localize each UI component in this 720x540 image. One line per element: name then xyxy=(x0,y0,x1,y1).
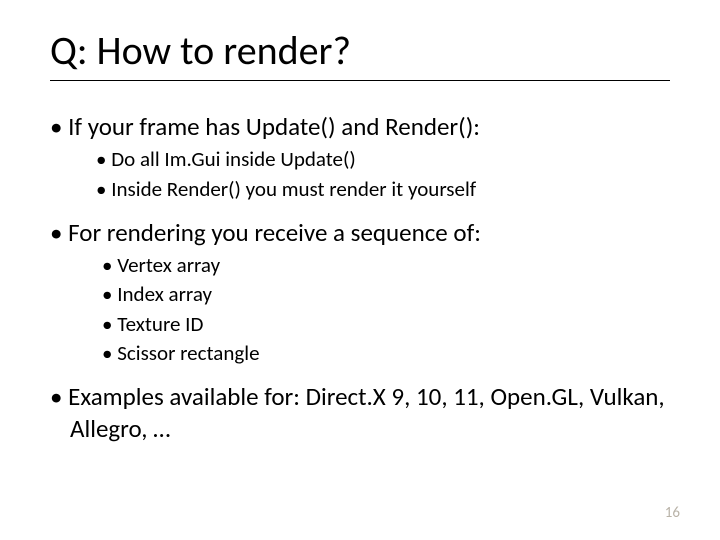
sub-bullet-item: Do all Im.Gui inside Update() xyxy=(50,146,670,173)
title-underline xyxy=(50,80,670,81)
sub-bullet-item: Inside Render() you must render it yours… xyxy=(50,176,670,203)
slide-title: Q: How to render? xyxy=(50,28,670,74)
slide: Q: How to render? If your frame has Upda… xyxy=(0,0,720,540)
bullet-item: For rendering you receive a sequence of: xyxy=(50,217,670,248)
sub-bullet-list: Vertex array Index array Texture ID Scis… xyxy=(50,252,670,367)
page-number: 16 xyxy=(665,504,680,522)
sub-bullet-item: Scissor rectangle xyxy=(50,340,670,367)
bullet-list: If your frame has Update() and Render():… xyxy=(50,111,670,444)
bullet-item: Examples available for: Direct.X 9, 10, … xyxy=(50,381,670,444)
sub-bullet-item: Texture ID xyxy=(50,311,670,338)
sub-bullet-list: Do all Im.Gui inside Update() Inside Ren… xyxy=(50,146,670,203)
bullet-item: If your frame has Update() and Render(): xyxy=(50,111,670,142)
sub-bullet-item: Index array xyxy=(50,281,670,308)
sub-bullet-item: Vertex array xyxy=(50,252,670,279)
